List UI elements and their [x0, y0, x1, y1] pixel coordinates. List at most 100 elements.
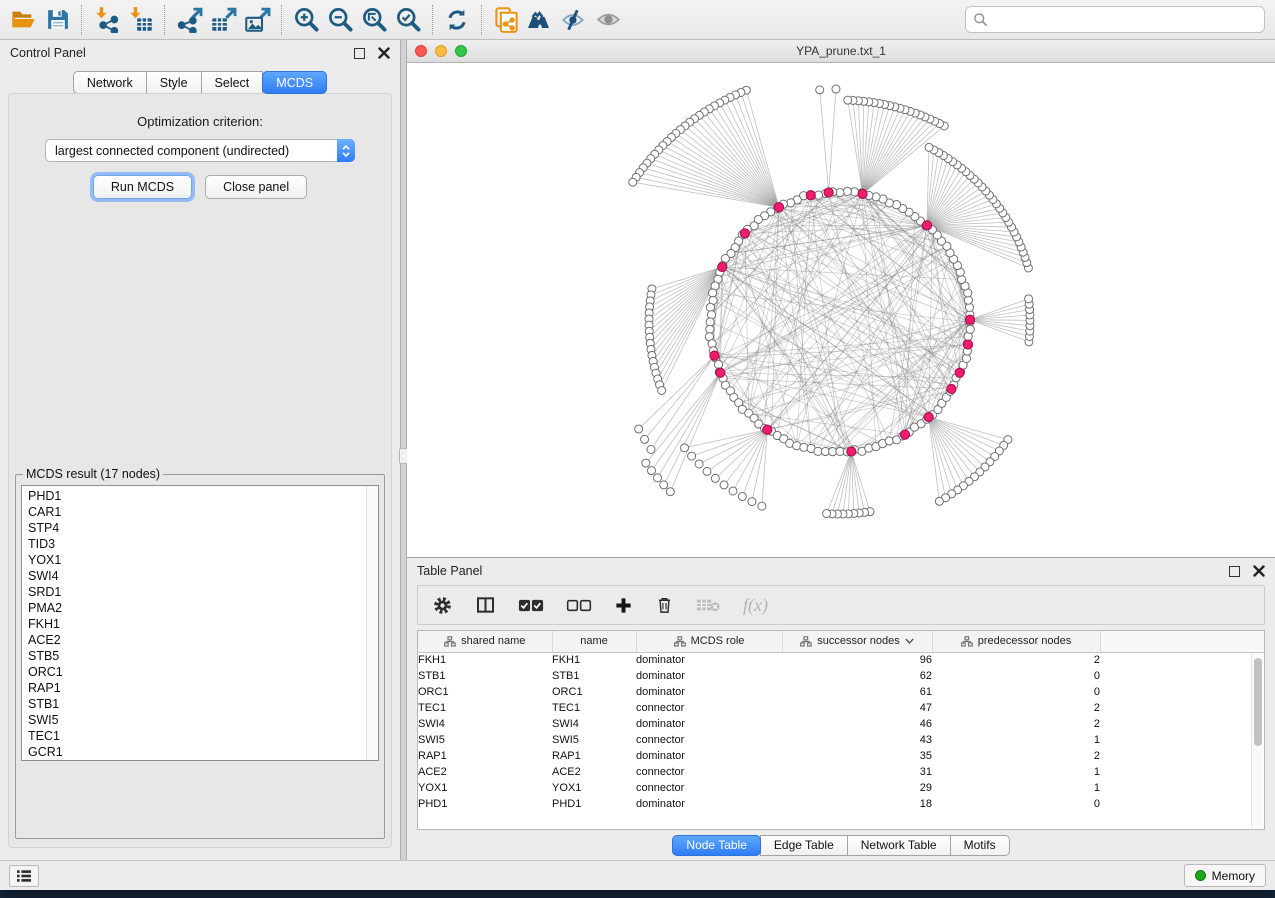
mcds-hub-node[interactable] [858, 189, 867, 198]
mcds-list-item[interactable]: TID3 [28, 536, 378, 552]
import-network-button[interactable] [89, 4, 123, 36]
table-settings-button[interactable] [432, 595, 453, 616]
mcds-hub-node[interactable] [763, 425, 772, 434]
close-panel-button[interactable] [377, 47, 390, 60]
open-file-button[interactable] [6, 4, 40, 36]
export-network-button[interactable] [172, 4, 206, 36]
leaf-node[interactable] [658, 386, 666, 394]
table-row[interactable]: YOX1YOX1connector291 [418, 780, 1264, 796]
import-table-button[interactable] [123, 4, 157, 36]
mcds-list-item[interactable]: SWI5 [28, 712, 378, 728]
network-graph[interactable] [407, 63, 1273, 557]
network-node[interactable] [708, 289, 716, 297]
leaf-node[interactable] [666, 488, 674, 496]
mcds-list-item[interactable]: YOX1 [28, 552, 378, 568]
create-column-button[interactable] [614, 596, 633, 615]
mcds-list-item[interactable]: TEC1 [28, 728, 378, 744]
mcds-hub-node[interactable] [922, 221, 931, 230]
zoom-in-button[interactable] [289, 4, 323, 36]
network-node[interactable] [787, 199, 795, 207]
table-scrollbar-thumb[interactable] [1254, 658, 1262, 746]
clone-network-button[interactable] [489, 4, 523, 36]
table-row[interactable]: ORC1ORC1dominator610 [418, 684, 1264, 700]
column-header-predecessor-nodes[interactable]: predecessor nodes [932, 631, 1100, 652]
network-node[interactable] [843, 187, 851, 195]
leaf-node[interactable] [642, 459, 650, 467]
tab-motifs[interactable]: Motifs [950, 835, 1010, 856]
mcds-list-item[interactable]: RAP1 [28, 680, 378, 696]
tab-network[interactable]: Network [73, 71, 147, 94]
select-all-columns-button[interactable] [518, 598, 544, 613]
mcds-hub-node[interactable] [710, 351, 719, 360]
mcds-hub-node[interactable] [963, 340, 972, 349]
leaf-node[interactable] [758, 502, 766, 510]
window-minimize-button[interactable] [435, 45, 447, 57]
mcds-list-item[interactable]: ACE2 [28, 632, 378, 648]
float-panel-button[interactable] [354, 48, 365, 59]
leaf-node[interactable] [816, 86, 824, 94]
zoom-selected-button[interactable] [391, 4, 425, 36]
network-node[interactable] [966, 325, 974, 333]
mcds-list-item[interactable]: GCR1 [28, 744, 378, 760]
leaf-node[interactable] [935, 497, 943, 505]
leaf-node[interactable] [681, 444, 689, 452]
hide-selected-button[interactable] [557, 4, 591, 36]
node-table[interactable]: shared namenameMCDS rolesuccessor nodesp… [417, 630, 1265, 830]
show-panels-button[interactable] [9, 865, 39, 887]
export-image-button[interactable] [240, 4, 274, 36]
mcds-hub-node[interactable] [774, 203, 783, 212]
mcds-hub-node[interactable] [900, 430, 909, 439]
mcds-hub-node[interactable] [955, 368, 964, 377]
refresh-layout-button[interactable] [440, 4, 474, 36]
mcds-list-item[interactable]: ORC1 [28, 664, 378, 680]
leaf-node[interactable] [748, 498, 756, 506]
zoom-out-button[interactable] [323, 4, 357, 36]
leaf-node[interactable] [832, 85, 840, 93]
leaf-node[interactable] [711, 474, 719, 482]
leaf-node[interactable] [654, 474, 662, 482]
mcds-hub-node[interactable] [824, 188, 833, 197]
network-node[interactable] [714, 360, 722, 368]
table-row[interactable]: SWI4SWI4dominator462 [418, 716, 1264, 732]
mcds-hub-node[interactable] [947, 384, 956, 393]
export-table-button[interactable] [206, 4, 240, 36]
column-header-name[interactable]: name [552, 631, 636, 652]
network-canvas[interactable] [407, 63, 1275, 557]
table-row[interactable]: TEC1TEC1connector472 [418, 700, 1264, 716]
run-mcds-button[interactable]: Run MCDS [93, 175, 192, 199]
mcds-list-item[interactable]: STP4 [28, 520, 378, 536]
table-row[interactable]: FKH1FKH1dominator962 [418, 652, 1264, 668]
tab-mcds[interactable]: MCDS [262, 71, 327, 94]
float-table-panel-button[interactable] [1229, 566, 1240, 577]
finder-button[interactable] [523, 4, 557, 36]
leaf-node[interactable] [660, 481, 668, 489]
close-panel-button-inline[interactable]: Close panel [205, 175, 307, 199]
mcds-result-list[interactable]: PHD1CAR1STP4TID3YOX1SWI4SRD1PMA2FKH1ACE2… [21, 485, 379, 761]
close-table-panel-button[interactable] [1252, 565, 1265, 578]
leaf-node[interactable] [703, 467, 711, 475]
network-node[interactable] [885, 437, 893, 445]
leaf-node[interactable] [720, 481, 728, 489]
table-row[interactable]: SWI5SWI5connector431 [418, 732, 1264, 748]
memory-button[interactable]: Memory [1184, 864, 1266, 887]
leaf-node[interactable] [925, 143, 933, 151]
table-row[interactable]: STB1STB1dominator620 [418, 668, 1264, 684]
leaf-node[interactable] [629, 178, 637, 186]
tab-select[interactable]: Select [201, 71, 264, 94]
network-node[interactable] [706, 303, 714, 311]
tab-node-table[interactable]: Node Table [672, 835, 761, 856]
mcds-list-item[interactable]: SWI4 [28, 568, 378, 584]
unselect-all-columns-button[interactable] [566, 598, 592, 613]
mcds-list-scrollbar[interactable] [366, 486, 378, 760]
mcds-hub-node[interactable] [806, 191, 815, 200]
zoom-fit-button[interactable] [357, 4, 391, 36]
tab-style[interactable]: Style [146, 71, 202, 94]
table-row[interactable]: RAP1RAP1dominator352 [418, 748, 1264, 764]
tab-edge-table[interactable]: Edge Table [760, 835, 848, 856]
vertical-splitter[interactable] [400, 40, 407, 860]
show-columns-button[interactable] [475, 595, 496, 615]
show-all-button[interactable] [591, 4, 625, 36]
table-scrollbar[interactable] [1251, 653, 1263, 828]
column-header-MCDS-role[interactable]: MCDS role [636, 631, 782, 652]
mcds-hub-node[interactable] [924, 412, 933, 421]
